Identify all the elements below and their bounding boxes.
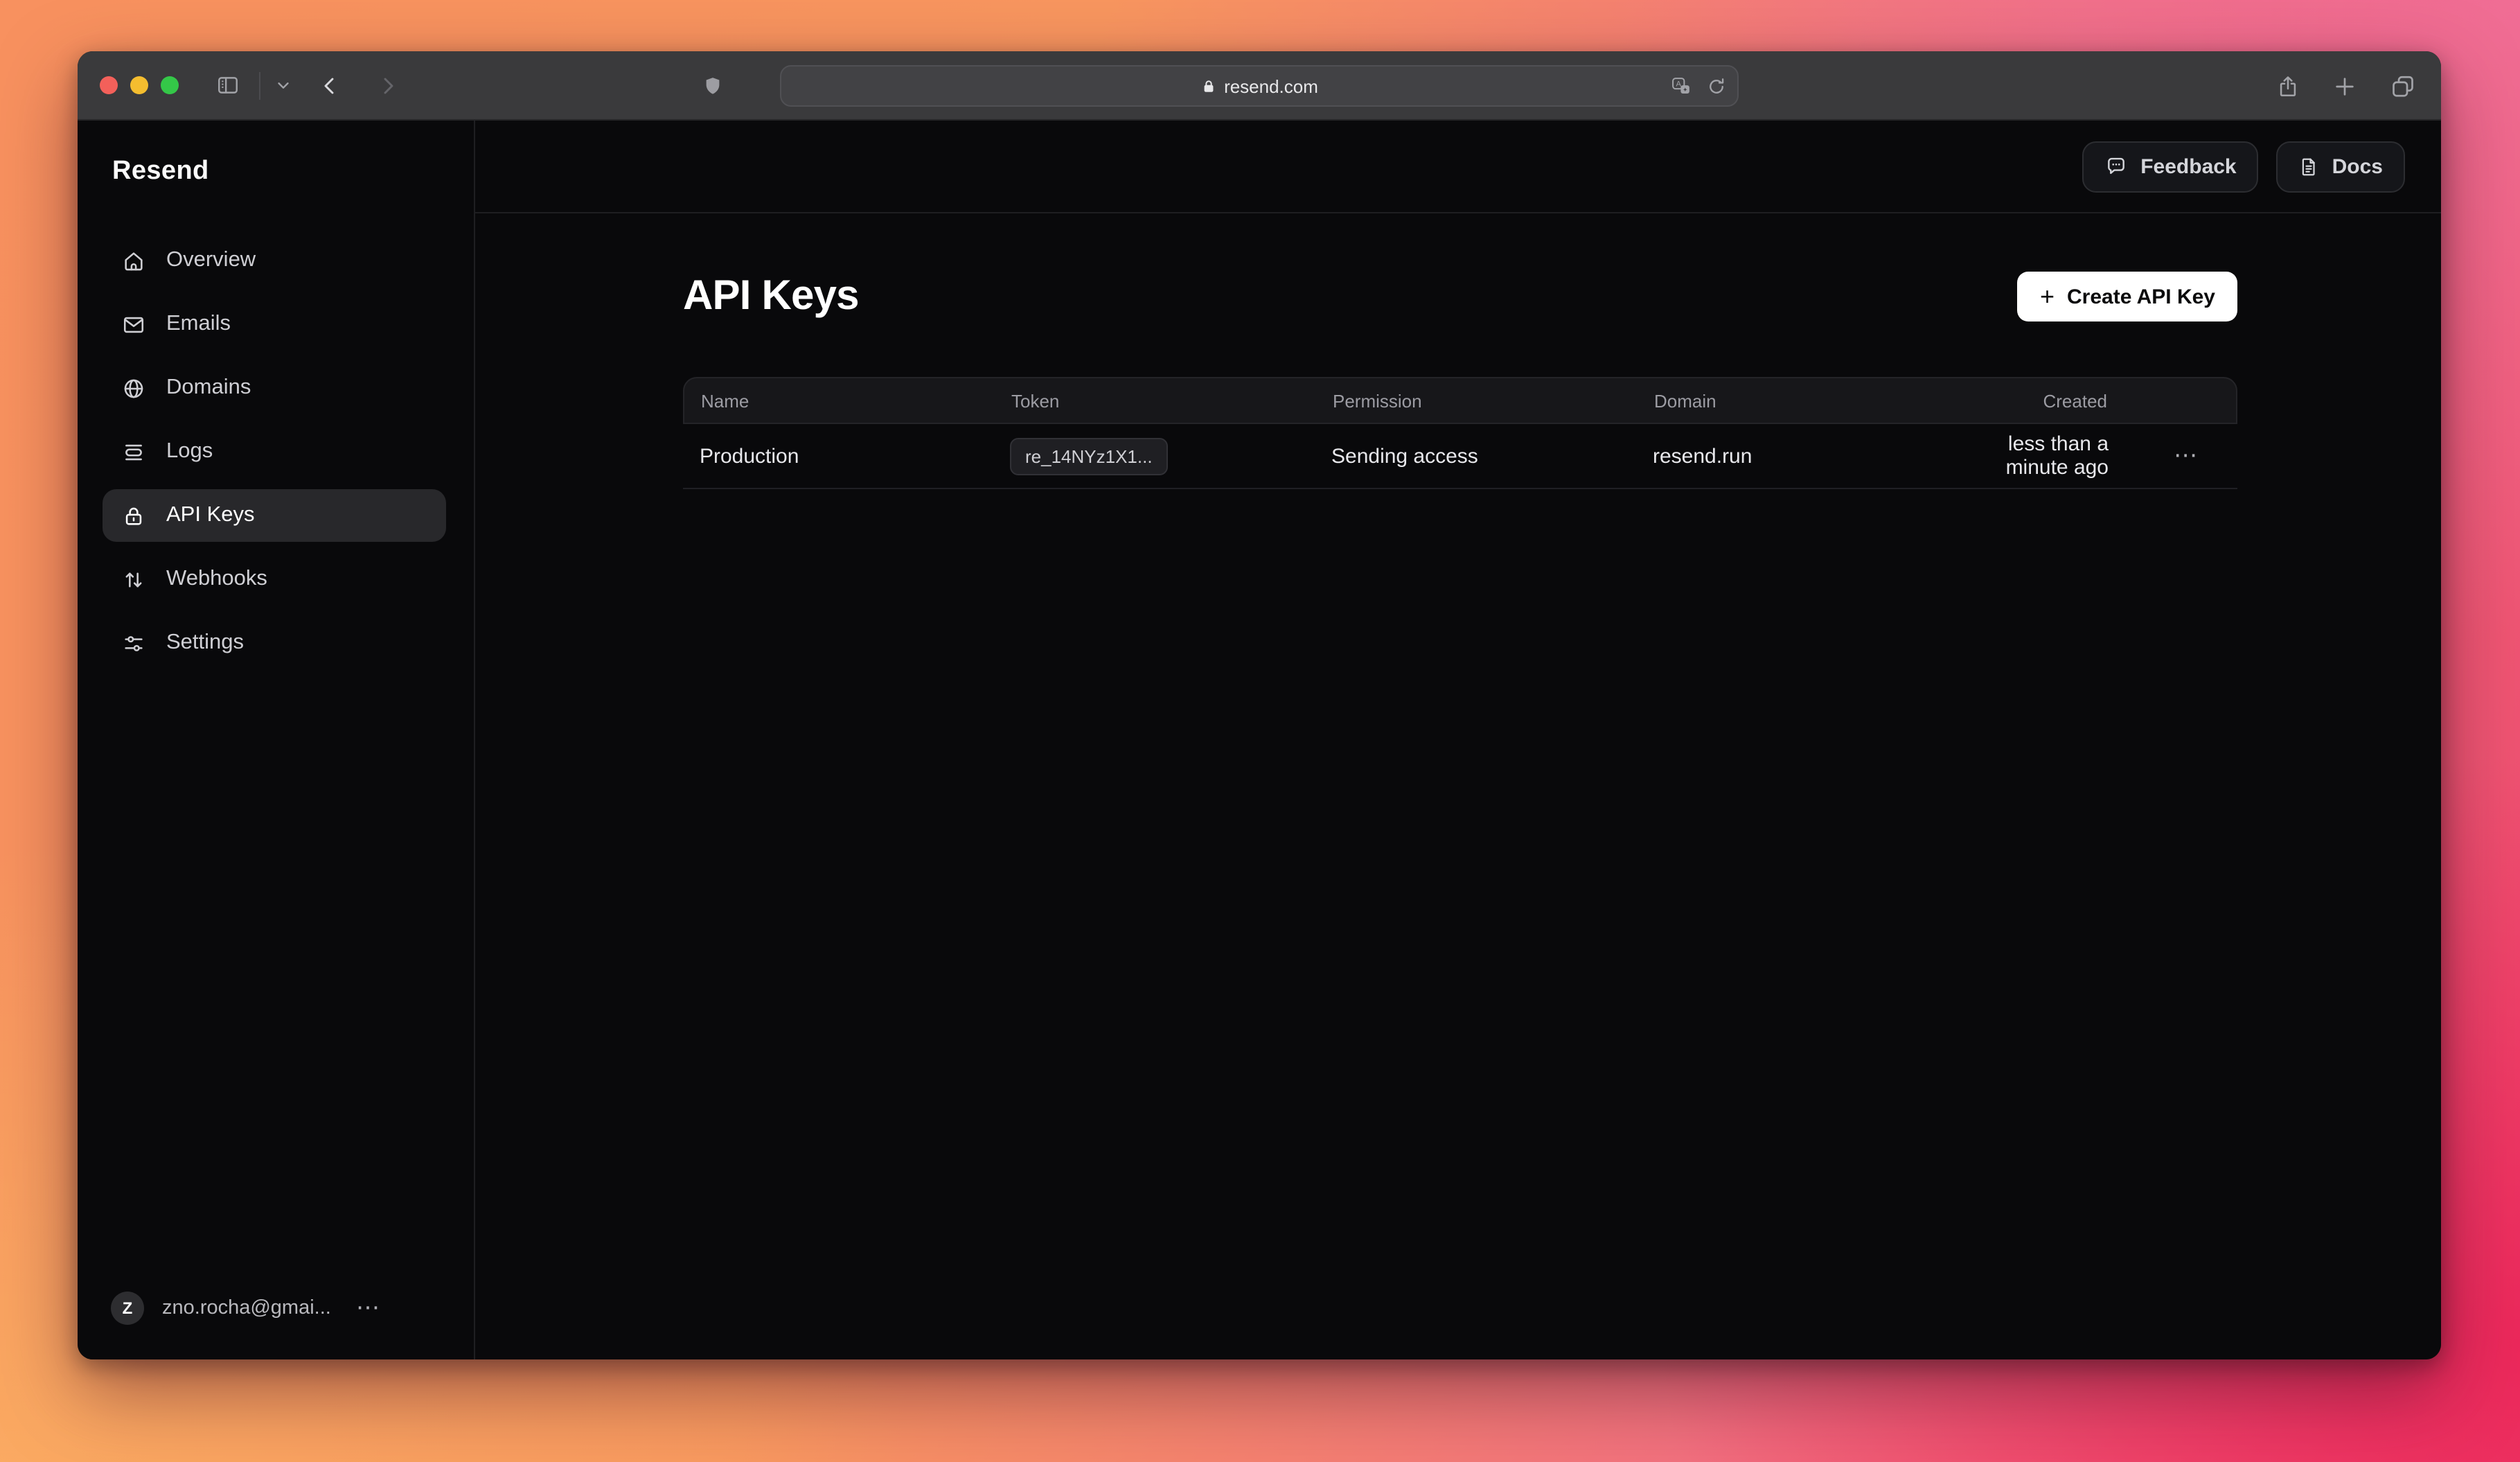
sidebar-item-settings[interactable]: Settings — [103, 617, 446, 669]
title-row: API Keys + Create API Key — [683, 272, 2237, 322]
docs-button[interactable]: Docs — [2277, 141, 2405, 192]
zoom-button[interactable] — [161, 76, 179, 94]
avatar: Z — [111, 1292, 144, 1325]
sidebar-item-label: Webhooks — [166, 567, 267, 592]
page-header: Feedback Docs — [475, 121, 2441, 213]
url-bar-actions: A ✦ — [1669, 67, 1726, 105]
privacy-shield-button[interactable] — [702, 51, 723, 121]
globe-icon — [122, 376, 145, 400]
sidebar-item-logs[interactable]: Logs — [103, 425, 446, 478]
arrows-up-down-icon — [122, 567, 145, 591]
cell-domain: resend.run — [1636, 444, 1985, 468]
desktop-background: resend.com A ✦ — [0, 0, 2520, 1462]
new-tab-button[interactable] — [2333, 74, 2357, 98]
forward-button[interactable] — [377, 74, 399, 96]
shield-icon — [702, 73, 723, 98]
tab-overview-button[interactable] — [2390, 73, 2416, 98]
column-header-permission: Permission — [1316, 390, 1638, 411]
feedback-button-label: Feedback — [2140, 155, 2236, 178]
url-bar[interactable]: resend.com A ✦ — [780, 65, 1739, 107]
browser-toolbar: resend.com A ✦ — [78, 51, 2441, 121]
plus-icon: + — [2040, 284, 2055, 309]
sidebar: Resend Overview Emails — [78, 121, 475, 1359]
sidebar-toggle-button[interactable] — [215, 73, 241, 97]
minimize-button[interactable] — [130, 76, 148, 94]
sidebar-item-domains[interactable]: Domains — [103, 362, 446, 414]
logs-icon — [122, 440, 145, 464]
cell-name: Production — [683, 444, 993, 468]
token-badge[interactable]: re_14NYz1X1... — [1010, 437, 1168, 475]
lock-icon — [122, 504, 145, 527]
home-icon — [122, 249, 145, 272]
user-email: zno.rocha@gmai... — [162, 1297, 331, 1319]
svg-text:A: A — [1676, 79, 1681, 87]
create-api-key-button[interactable]: + Create API Key — [2018, 272, 2237, 322]
url-text: resend.com — [1224, 76, 1318, 96]
sidebar-item-emails[interactable]: Emails — [103, 298, 446, 351]
resend-logo: Resend — [78, 121, 474, 187]
row-menu-button[interactable]: ⋯ — [2174, 442, 2199, 470]
sidebar-dropdown-button[interactable] — [276, 78, 291, 93]
column-header-domain: Domain — [1638, 390, 1987, 411]
sidebar-item-label: Overview — [166, 248, 256, 273]
table-row: Production re_14NYz1X1... Sending access… — [683, 424, 2237, 489]
docs-icon — [2299, 155, 2320, 178]
column-header-token: Token — [995, 390, 1316, 411]
viewport: resend.com A ✦ — [0, 0, 2520, 1462]
history-nav — [319, 74, 399, 96]
user-menu-button[interactable]: ⋯ — [356, 1294, 381, 1322]
mail-icon — [122, 312, 145, 336]
plus-icon — [2333, 74, 2357, 98]
sidebar-item-label: Emails — [166, 312, 231, 337]
reload-button[interactable] — [1707, 76, 1726, 96]
main-area: Feedback Docs API Keys + — [475, 121, 2441, 1359]
chevron-right-icon — [377, 74, 399, 96]
share-button[interactable] — [2276, 73, 2300, 99]
page-content: Resend Overview Emails — [78, 121, 2441, 1359]
toolbar-divider — [259, 71, 260, 99]
traffic-lights — [100, 76, 179, 94]
chevron-down-icon — [276, 78, 291, 93]
sidebar-item-label: Domains — [166, 376, 251, 400]
svg-text:✦: ✦ — [1683, 85, 1688, 92]
tabs-icon — [2390, 73, 2416, 98]
table-header-row: Name Token Permission Domain Created — [683, 377, 2237, 424]
cell-permission: Sending access — [1315, 444, 1636, 468]
docs-button-label: Docs — [2332, 155, 2383, 178]
chevron-left-icon — [319, 74, 341, 96]
cell-token: re_14NYz1X1... — [993, 437, 1315, 475]
translate-button[interactable]: A ✦ — [1669, 76, 1693, 96]
sidebar-nav: Overview Emails Domains — [78, 234, 474, 669]
feedback-bubble-icon — [2104, 155, 2128, 177]
translate-icon: A ✦ — [1669, 76, 1693, 96]
sidebar-item-label: Logs — [166, 439, 213, 464]
sidebar-item-label: Settings — [166, 631, 244, 655]
create-api-key-label: Create API Key — [2067, 285, 2215, 308]
reload-icon — [1707, 76, 1726, 96]
page-body: API Keys + Create API Key Name Token Per… — [475, 213, 2441, 489]
sliders-icon — [122, 631, 145, 655]
ssl-lock-icon — [1200, 77, 1216, 95]
sidebar-item-webhooks[interactable]: Webhooks — [103, 553, 446, 606]
back-button[interactable] — [319, 74, 341, 96]
page-title: API Keys — [683, 273, 859, 320]
cell-created: less than a minute ago — [1985, 432, 2171, 479]
browser-window: resend.com A ✦ — [78, 51, 2441, 1359]
cell-actions: ⋯ — [2171, 442, 2237, 470]
feedback-button[interactable]: Feedback — [2082, 141, 2258, 192]
user-account-row[interactable]: Z zno.rocha@gmai... ⋯ — [111, 1292, 452, 1325]
sidebar-item-label: API Keys — [166, 503, 255, 528]
sidebar-toggle-icon — [215, 73, 241, 97]
column-header-name: Name — [684, 390, 995, 411]
api-keys-table: Name Token Permission Domain Created Pro… — [683, 377, 2237, 489]
share-icon — [2276, 73, 2300, 99]
toolbar-right-actions — [2276, 51, 2416, 121]
close-button[interactable] — [100, 76, 118, 94]
sidebar-item-api-keys[interactable]: API Keys — [103, 489, 446, 542]
sidebar-item-overview[interactable]: Overview — [103, 234, 446, 287]
column-header-created: Created — [1987, 390, 2169, 411]
